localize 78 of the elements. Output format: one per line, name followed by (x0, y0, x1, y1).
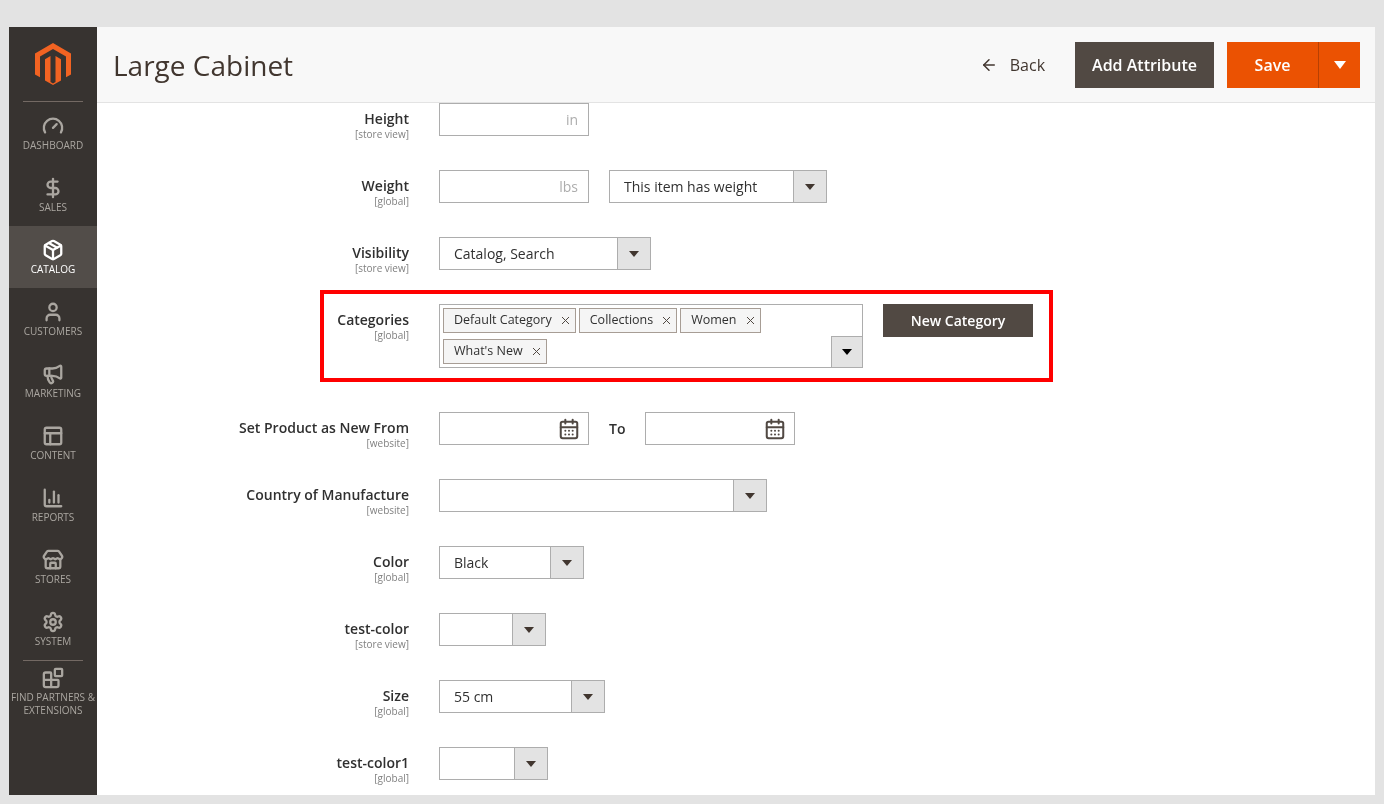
page-title: Large Cabinet (113, 44, 295, 86)
caret-icon (526, 760, 536, 767)
to-label: To (609, 419, 626, 438)
caret-icon (583, 693, 593, 700)
select-field[interactable] (439, 479, 767, 512)
sidebar-item[interactable]: CATALOG (9, 226, 97, 288)
scope-label: [store view] (354, 638, 409, 650)
category-tag[interactable]: Default Category (443, 308, 576, 333)
bar-chart-icon (42, 486, 64, 509)
close-icon[interactable] (532, 348, 540, 355)
sidebar-item[interactable]: CUSTOMERS (9, 288, 97, 350)
close-icon[interactable] (746, 317, 754, 324)
category-tag[interactable]: Collections (578, 308, 678, 333)
calendar-icon[interactable] (558, 417, 580, 440)
sidebar-item[interactable]: MARKETING (9, 350, 97, 412)
caret-icon (805, 183, 815, 190)
scope-label: [store view] (354, 262, 409, 274)
select-field[interactable]: Catalog, Search (439, 237, 651, 270)
sidebar-item[interactable]: STORES (9, 536, 97, 598)
select-field[interactable]: This item has weight (609, 170, 827, 203)
caret-icon (562, 559, 572, 566)
box-icon (42, 238, 64, 261)
field-label: Size (382, 687, 409, 705)
caret-icon (1333, 60, 1346, 69)
scope-label: [website] (366, 437, 409, 449)
select-field[interactable] (439, 613, 546, 646)
sidebar-item[interactable]: SYSTEM (9, 598, 97, 660)
logo-icon (35, 43, 71, 85)
sidebar-item[interactable]: REPORTS (9, 474, 97, 536)
close-icon[interactable] (561, 317, 569, 324)
date-field[interactable] (645, 412, 796, 445)
caret-icon (524, 626, 534, 633)
field-label: Categories (337, 311, 409, 329)
save-button[interactable]: Save (1227, 41, 1318, 88)
field-label: Height (364, 110, 409, 128)
field-label: Color (373, 553, 409, 571)
category-tag[interactable]: Women (680, 308, 761, 333)
scope-label: [global] (374, 772, 409, 784)
scope-label: [global] (374, 571, 409, 583)
caret-icon (842, 349, 852, 355)
close-icon[interactable] (663, 317, 671, 324)
tags-field[interactable]: Default Category Collections Women What's New (439, 304, 863, 368)
settings-icon (42, 610, 64, 633)
caret-icon (629, 250, 639, 257)
new-category-button[interactable]: New Category (883, 304, 1033, 337)
field-label: Country of Manufacture (246, 486, 409, 504)
sidebar-item[interactable]: CONTENT (9, 412, 97, 474)
tag-label: Collections (589, 311, 654, 330)
back-link[interactable]: Back (979, 52, 1046, 77)
scope-label: [store view] (354, 128, 409, 140)
tag-label: What's New (454, 342, 523, 361)
scope-label: [website] (366, 504, 409, 516)
scope-label: [global] (374, 195, 409, 207)
scope-label: [global] (374, 705, 409, 717)
store-icon (42, 548, 64, 571)
field-label: Weight (361, 177, 409, 195)
caret-icon (745, 492, 755, 499)
field-label: Set Product as New From (239, 419, 409, 437)
select-field[interactable] (439, 747, 548, 780)
layout-icon (42, 424, 64, 447)
megaphone-icon (42, 362, 64, 385)
field-label: Visibility (352, 244, 409, 262)
add-attribute-button[interactable]: Add Attribute (1075, 41, 1214, 88)
select-field[interactable]: 55 cm (439, 680, 605, 713)
scope-label: [global] (374, 329, 409, 341)
blocks-icon (42, 667, 64, 689)
select-field[interactable]: Black (439, 546, 584, 579)
person-icon (42, 300, 64, 323)
tag-label: Women (691, 311, 737, 330)
sidebar-item[interactable]: FIND PARTNERS & EXTENSIONS (9, 661, 97, 723)
sidebar-item[interactable]: SALES (9, 164, 97, 226)
field-label: test-color1 (336, 754, 409, 772)
category-tag[interactable]: What's New (443, 339, 547, 364)
date-field[interactable] (439, 412, 589, 445)
tag-label: Default Category (454, 311, 552, 330)
calendar-icon[interactable] (764, 417, 787, 440)
field-label: test-color (344, 620, 409, 638)
sidebar-item[interactable]: DASHBOARD (9, 102, 97, 164)
